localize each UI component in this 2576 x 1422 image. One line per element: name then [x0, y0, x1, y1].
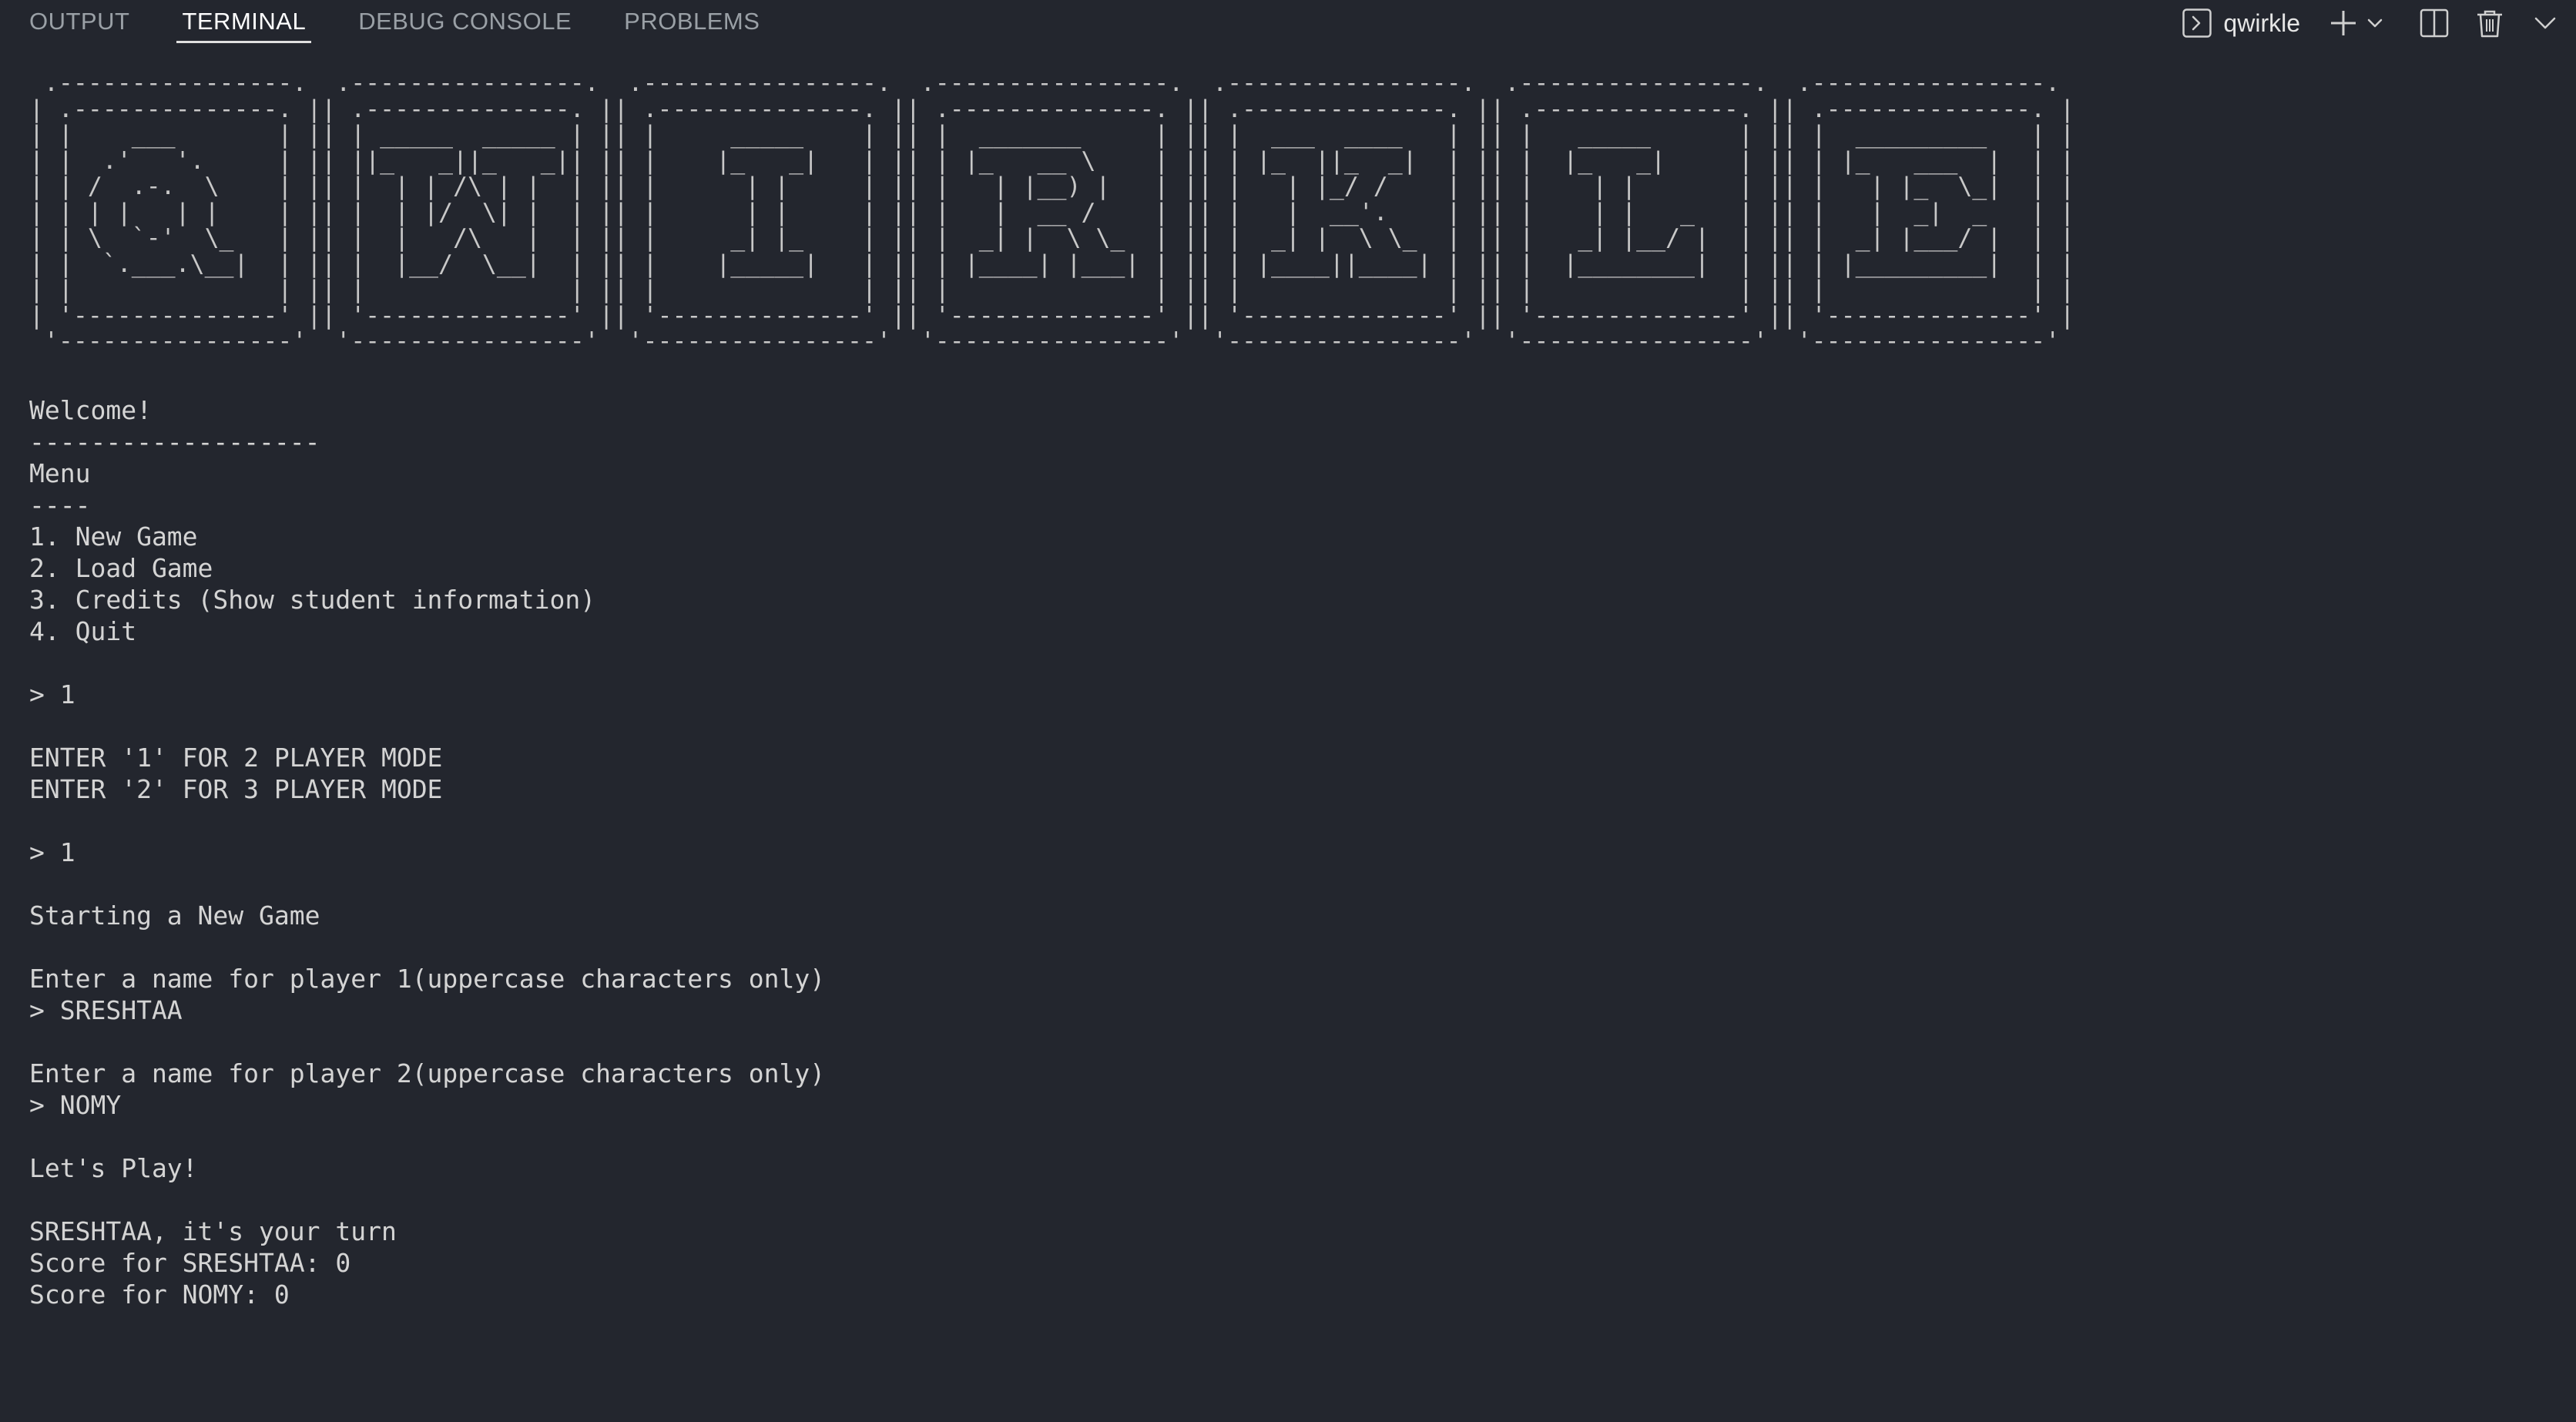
terminal-line: 2. Load Game: [29, 552, 213, 583]
terminal-line: ----: [29, 489, 91, 520]
split-terminal-button[interactable]: [2417, 6, 2451, 40]
tab-problems[interactable]: PROBLEMS: [624, 0, 760, 43]
terminal-line: Enter a name for player 1(uppercase char…: [29, 963, 826, 994]
add-terminal-icon: [2328, 8, 2359, 39]
terminal-line: ENTER '1' FOR 2 PLAYER MODE: [29, 742, 443, 773]
tab-output[interactable]: OUTPUT: [29, 0, 129, 43]
chevron-down-icon: [2366, 14, 2384, 32]
terminal-icon: [2182, 8, 2212, 39]
panel-menu-button[interactable]: [2528, 6, 2562, 40]
terminal-output[interactable]: .----------------. .----------------. .-…: [29, 71, 2556, 1422]
terminal-line: -------------------: [29, 426, 320, 457]
terminal-line: 1. New Game: [29, 521, 198, 552]
terminal-line: > SRESHTAA: [29, 994, 183, 1025]
terminal-line: > 1: [29, 679, 75, 709]
terminal-line: 4. Quit: [29, 615, 137, 646]
terminal-line: Menu: [29, 458, 91, 488]
terminal-line: SRESHTAA, it's your turn: [29, 1216, 397, 1246]
terminal-line: ENTER '2' FOR 3 PLAYER MODE: [29, 773, 443, 804]
panel-header: OUTPUT TERMINAL DEBUG CONSOLE PROBLEMS q…: [0, 0, 2576, 46]
terminal-lines: Welcome! ------------------- Menu ---- 1. Ne…: [29, 394, 2556, 1310]
new-terminal-button[interactable]: [2326, 6, 2360, 40]
tab-terminal[interactable]: TERMINAL: [176, 0, 312, 43]
panel-actions: qwirkle: [2182, 0, 2576, 46]
terminal-line: Let's Play!: [29, 1152, 198, 1183]
kill-terminal-button[interactable]: [2473, 6, 2507, 40]
terminal-line: Welcome!: [29, 394, 152, 425]
tab-debug-console[interactable]: DEBUG CONSOLE: [358, 0, 572, 43]
qwirkle-ascii-banner: .----------------. .----------------. .-…: [29, 71, 2075, 355]
terminal-line: Score for SRESHTAA: 0: [29, 1247, 351, 1278]
terminal-line: Score for NOMY: 0: [29, 1279, 290, 1310]
terminal-selector[interactable]: qwirkle: [2182, 8, 2300, 39]
split-terminal-icon: [2419, 8, 2450, 39]
terminal-line: Enter a name for player 2(uppercase char…: [29, 1058, 826, 1088]
terminal-line: > NOMY: [29, 1089, 122, 1120]
panel-tabs: OUTPUT TERMINAL DEBUG CONSOLE PROBLEMS: [29, 0, 812, 46]
terminal-line: > 1: [29, 837, 75, 867]
terminal-name: qwirkle: [2223, 8, 2300, 37]
panel-chevron-down-icon: [2533, 11, 2558, 35]
launch-profile-dropdown[interactable]: [2363, 6, 2386, 40]
terminal-line: 3. Credits (Show student information): [29, 584, 596, 615]
terminal-line: Starting a New Game: [29, 900, 320, 931]
trash-icon: [2474, 8, 2505, 39]
